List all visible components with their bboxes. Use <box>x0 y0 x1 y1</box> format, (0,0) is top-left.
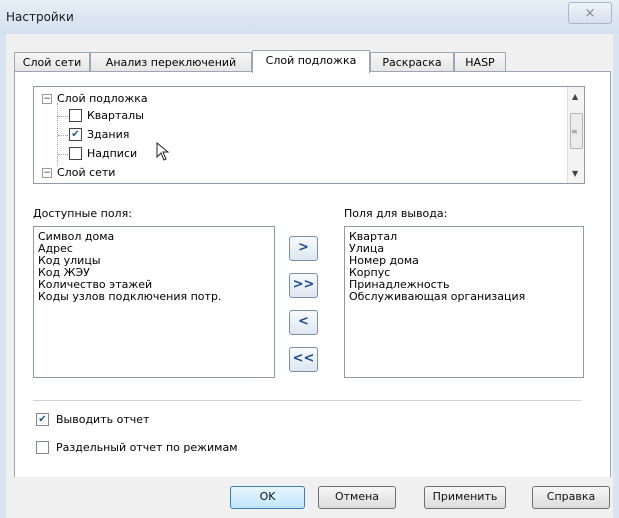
tab-coloring[interactable]: Раскраска <box>370 52 454 72</box>
list-item[interactable]: Коды узлов подключения потр. <box>34 291 274 303</box>
tree-line <box>58 135 68 136</box>
output-fields-list[interactable]: Квартал Улица Номер дома Корпус Принадле… <box>344 226 584 378</box>
close-icon: × <box>584 5 596 21</box>
scroll-grip-icon: ≡ <box>571 127 578 136</box>
report-checkbox-label[interactable]: Выводить отчет <box>56 413 149 426</box>
ok-button[interactable]: OK <box>230 486 305 509</box>
remove-all-fields-button[interactable]: << <box>289 347 318 372</box>
settings-dialog: Настройки × Слой сети Анализ переключени… <box>0 0 619 518</box>
tab-label: Раскраска <box>382 56 442 69</box>
tree-node-background-layer[interactable]: Слой подложка <box>57 92 148 105</box>
tree-line <box>58 116 68 117</box>
tab-label: Слой подложка <box>265 54 357 67</box>
collapse-icon[interactable]: − <box>42 94 52 104</box>
apply-button[interactable]: Применить <box>424 486 506 509</box>
tree-node-network-layer[interactable]: Слой сети <box>57 166 115 179</box>
output-fields-label: Поля для вывода: <box>344 207 448 220</box>
tree-line <box>57 103 58 165</box>
tab-background-layer[interactable]: Слой подложка <box>252 50 370 73</box>
tab-label: Слой сети <box>22 56 82 69</box>
separate-report-checkbox[interactable] <box>36 441 49 454</box>
layer-tree[interactable]: − Слой подложка Кварталы ✔ Здания Надпис… <box>33 86 585 184</box>
available-fields-list[interactable]: Символ дома Адрес Код улицы Код ЖЭУ Коли… <box>33 226 275 378</box>
tree-node-buildings[interactable]: Здания <box>87 128 129 141</box>
cancel-button[interactable]: Отмена <box>318 486 396 509</box>
tab-hasp[interactable]: HASP <box>454 52 506 72</box>
tab-switch-analysis[interactable]: Анализ переключений <box>90 52 252 72</box>
tab-label: HASP <box>465 56 495 69</box>
add-all-fields-button[interactable]: >> <box>289 273 318 298</box>
tab-label: Анализ переключений <box>105 56 237 69</box>
checkbox-blocks[interactable] <box>69 109 82 122</box>
tree-node-labels[interactable]: Надписи <box>87 147 137 160</box>
list-item[interactable]: Обслуживающая организация <box>345 291 583 303</box>
title-bar: Настройки × <box>0 0 619 34</box>
scroll-up-icon[interactable]: ▲ <box>572 92 578 101</box>
collapse-icon[interactable]: − <box>42 168 52 178</box>
scroll-down-icon[interactable]: ▼ <box>572 169 578 178</box>
available-fields-label: Доступные поля: <box>33 207 132 220</box>
dialog-footer <box>6 477 613 518</box>
report-checkbox[interactable]: ✔ <box>36 413 49 426</box>
tree-scrollbar[interactable]: ▲ ≡ ▼ <box>567 87 584 183</box>
add-field-button[interactable]: > <box>289 236 318 261</box>
separate-report-checkbox-label[interactable]: Раздельный отчет по режимам <box>56 441 238 454</box>
help-button[interactable]: Справка <box>532 486 610 509</box>
tab-network-layer[interactable]: Слой сети <box>14 52 90 72</box>
divider <box>33 400 581 401</box>
tree-node-blocks[interactable]: Кварталы <box>87 109 144 122</box>
remove-field-button[interactable]: < <box>289 310 318 335</box>
mouse-pointer-icon <box>156 142 170 161</box>
tree-line <box>58 154 68 155</box>
window-title: Настройки <box>6 10 74 24</box>
checkbox-buildings[interactable]: ✔ <box>69 128 82 141</box>
close-button[interactable]: × <box>568 2 612 24</box>
checkbox-labels[interactable] <box>69 147 82 160</box>
